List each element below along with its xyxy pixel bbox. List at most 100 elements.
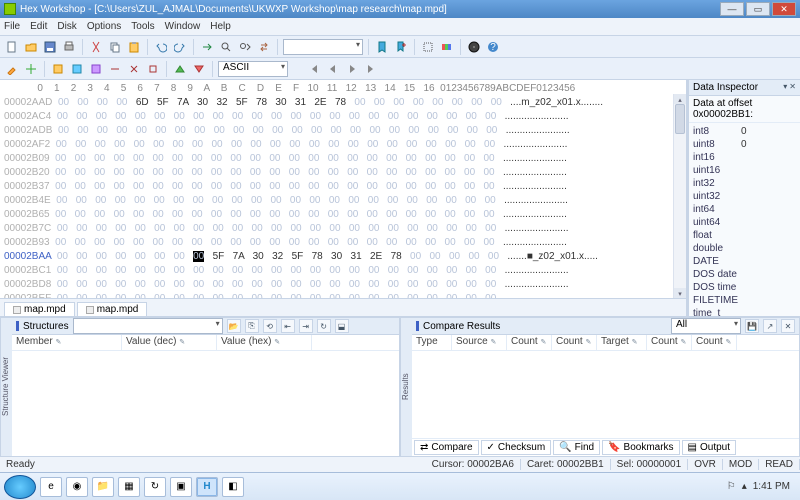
scroll-down-icon[interactable]: ▾ xyxy=(674,288,686,298)
tray-up-icon[interactable]: ▴ xyxy=(742,481,747,492)
replace-icon[interactable] xyxy=(256,39,272,55)
windows-taskbar: e ◉ 📁 ▦ ↻ ▣ H ◧ ⚐ ▴ 1:41 PM xyxy=(0,472,800,500)
tab-checksum[interactable]: ✓Checksum xyxy=(481,440,552,455)
menu-window[interactable]: Window xyxy=(165,21,201,32)
copy-icon[interactable] xyxy=(107,39,123,55)
taskbar-explorer-icon[interactable]: 📁 xyxy=(92,477,114,497)
tool-icon[interactable] xyxy=(50,61,66,77)
redo-icon[interactable] xyxy=(172,39,188,55)
save-icon[interactable] xyxy=(42,39,58,55)
system-tray[interactable]: ⚐ ▴ 1:41 PM xyxy=(721,481,796,492)
scroll-up-icon[interactable]: ▴ xyxy=(674,94,686,104)
col-value-hex[interactable]: Value (hex) ✎ xyxy=(217,335,312,350)
nav-prev-icon[interactable] xyxy=(325,61,341,77)
pane-btn-icon[interactable]: ⬓ xyxy=(335,319,349,333)
start-button[interactable] xyxy=(4,475,36,499)
taskbar-app-icon[interactable]: ↻ xyxy=(144,477,166,497)
col-type[interactable]: Type xyxy=(412,335,452,350)
compare-export-icon[interactable]: ↗ xyxy=(763,319,777,333)
structure-viewer-tab[interactable]: Structure Viewer xyxy=(0,318,12,456)
search-input[interactable] xyxy=(283,39,363,55)
paste-icon[interactable] xyxy=(126,39,142,55)
pane-btn-icon[interactable]: ⇥ xyxy=(299,319,313,333)
col-value-dec[interactable]: Value (dec) ✎ xyxy=(122,335,217,350)
menu-file[interactable]: File xyxy=(4,21,20,32)
nav-first-icon[interactable] xyxy=(306,61,322,77)
block-select-icon[interactable] xyxy=(420,39,436,55)
tool-icon[interactable] xyxy=(145,61,161,77)
cut-icon[interactable] xyxy=(88,39,104,55)
taskbar-chrome-icon[interactable]: ◉ xyxy=(66,477,88,497)
tool-icon[interactable] xyxy=(69,61,85,77)
menu-options[interactable]: Options xyxy=(87,21,121,32)
taskbar-app-icon[interactable]: ▦ xyxy=(118,477,140,497)
taskbar-app-icon[interactable]: ◧ xyxy=(222,477,244,497)
maximize-button[interactable]: ▭ xyxy=(746,2,770,16)
scroll-thumb[interactable] xyxy=(675,104,685,134)
tool-icon[interactable] xyxy=(191,61,207,77)
encoding-select[interactable]: ASCII xyxy=(218,61,288,77)
taskbar-hexworkshop-icon[interactable]: H xyxy=(196,477,218,497)
tool-icon[interactable] xyxy=(4,61,20,77)
file-tab[interactable]: map.mpd xyxy=(4,302,75,316)
tab-find[interactable]: 🔍Find xyxy=(553,440,600,455)
tool-icon[interactable] xyxy=(88,61,104,77)
col-source[interactable]: Source ✎ xyxy=(452,335,507,350)
file-tab[interactable]: map.mpd xyxy=(77,302,148,316)
inspector-close-icon[interactable]: ✕ xyxy=(789,82,796,93)
pane-btn-icon[interactable]: ↻ xyxy=(317,319,331,333)
compare-close-icon[interactable]: ✕ xyxy=(781,319,795,333)
nav-last-icon[interactable] xyxy=(363,61,379,77)
close-button[interactable]: ✕ xyxy=(772,2,796,16)
col-count[interactable]: Count ✎ xyxy=(647,335,692,350)
taskbar-ie-icon[interactable]: e xyxy=(40,477,62,497)
tab-compare[interactable]: ⇄Compare xyxy=(414,440,479,455)
inspector-dropdown-icon[interactable]: ▾ xyxy=(783,82,787,93)
undo-icon[interactable] xyxy=(153,39,169,55)
hex-scrollbar[interactable]: ▴ ▾ xyxy=(673,94,686,298)
goto-icon[interactable] xyxy=(199,39,215,55)
separator xyxy=(212,61,213,77)
col-count[interactable]: Count ✎ xyxy=(507,335,552,350)
tool-icon[interactable] xyxy=(107,61,123,77)
col-target[interactable]: Target ✎ xyxy=(597,335,647,350)
results-tab[interactable]: Results xyxy=(400,318,412,456)
tool-icon[interactable] xyxy=(172,61,188,77)
structures-select[interactable] xyxy=(73,318,223,334)
menu-disk[interactable]: Disk xyxy=(57,21,76,32)
search-icon: 🔍 xyxy=(559,442,571,453)
open-struct-icon[interactable]: 📂 xyxy=(227,319,241,333)
new-icon[interactable] xyxy=(4,39,20,55)
find-icon[interactable] xyxy=(218,39,234,55)
bookmark-icon[interactable] xyxy=(374,39,390,55)
col-count[interactable]: Count ✎ xyxy=(692,335,737,350)
col-member[interactable]: Member ✎ xyxy=(12,335,122,350)
hex-grid[interactable]: 0 1 2 3 4 5 6 7 8 9 A B C D E F 10 11 12… xyxy=(0,80,686,298)
menu-help[interactable]: Help xyxy=(210,21,231,32)
print-icon[interactable] xyxy=(61,39,77,55)
compare-body xyxy=(412,351,799,438)
menu-edit[interactable]: Edit xyxy=(30,21,47,32)
open-icon[interactable] xyxy=(23,39,39,55)
bookmark-add-icon[interactable] xyxy=(393,39,409,55)
pane-btn-icon[interactable]: ⇤ xyxy=(281,319,295,333)
pane-btn-icon[interactable]: ⎘ xyxy=(245,319,259,333)
taskbar-app-icon[interactable]: ▣ xyxy=(170,477,192,497)
separator xyxy=(44,61,45,77)
menu-tools[interactable]: Tools xyxy=(131,21,154,32)
compare-filter-select[interactable]: All xyxy=(671,318,741,334)
minimize-button[interactable]: — xyxy=(720,2,744,16)
tab-output[interactable]: ▤Output xyxy=(682,440,736,455)
tool-icon[interactable] xyxy=(23,61,39,77)
col-count[interactable]: Count ✎ xyxy=(552,335,597,350)
disk-icon[interactable] xyxy=(466,39,482,55)
compare-save-icon[interactable]: 💾 xyxy=(745,319,759,333)
nav-next-icon[interactable] xyxy=(344,61,360,77)
tab-bookmarks[interactable]: 🔖Bookmarks xyxy=(602,440,679,455)
find-next-icon[interactable] xyxy=(237,39,253,55)
help-icon[interactable]: ? xyxy=(485,39,501,55)
color-map-icon[interactable] xyxy=(439,39,455,55)
tray-flag-icon[interactable]: ⚐ xyxy=(727,481,736,492)
tool-icon[interactable] xyxy=(126,61,142,77)
pane-btn-icon[interactable]: ⟲ xyxy=(263,319,277,333)
